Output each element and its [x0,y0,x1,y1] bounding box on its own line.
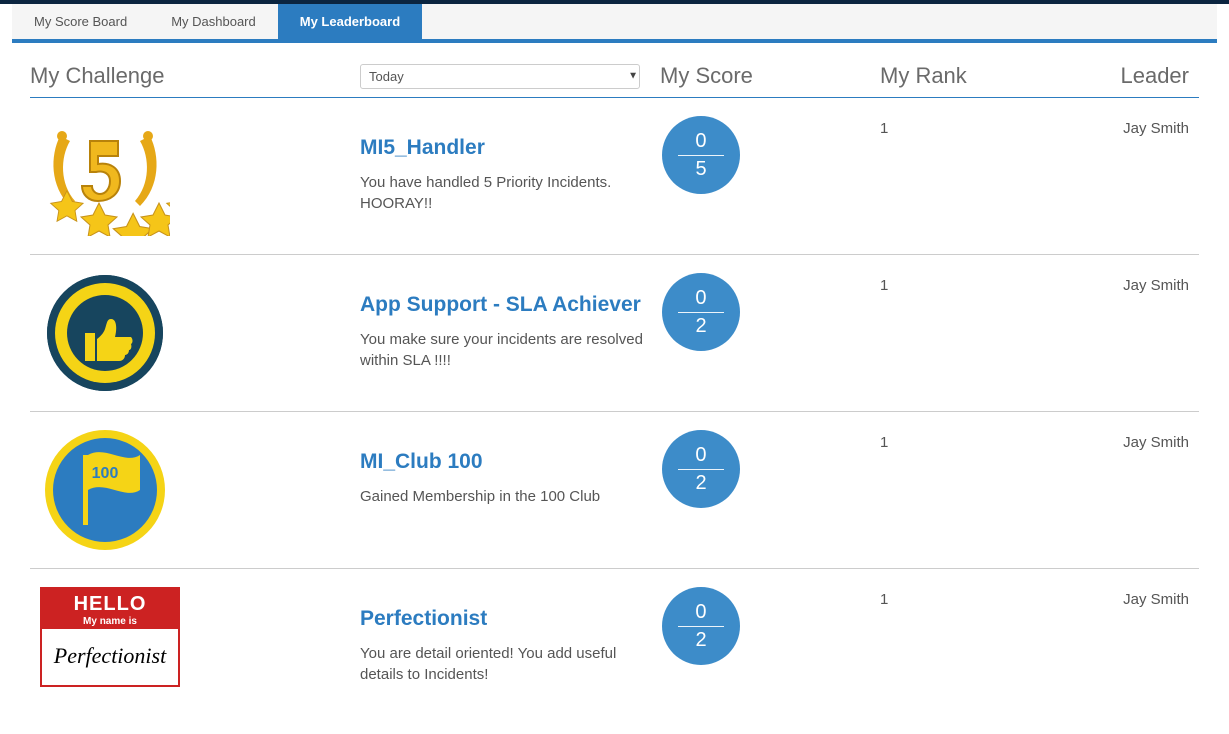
score-circle: 0 2 [662,587,740,665]
header-leader: Leader [1090,63,1199,89]
badge-cell: HELLO My name is Perfectionist [30,587,350,687]
rank-value: 1 [880,430,1080,550]
header-rank: My Rank [880,63,1080,89]
leaderboard-row: 100 MI_Club 100 Gained Membership in the… [30,412,1199,569]
challenge-title: App Support - SLA Achiever [360,293,650,317]
challenge-desc: Gained Membership in the 100 Club [360,486,650,507]
score-cell: 0 2 [660,587,870,687]
score-top: 0 [678,444,725,470]
score-circle: 0 5 [662,116,740,194]
score-bottom: 2 [695,470,706,495]
score-bottom: 2 [695,627,706,652]
svg-text:100: 100 [92,465,119,482]
leaderboard-row: HELLO My name is Perfectionist Perfectio… [30,569,1199,705]
challenge-desc: You are detail oriented! You add useful … [360,643,650,685]
challenge-text: App Support - SLA Achiever You make sure… [360,273,650,393]
score-bottom: 2 [695,313,706,338]
rank-value: 1 [880,116,1080,236]
leader-value: Jay Smith [1090,587,1199,687]
score-circle: 0 2 [662,430,740,508]
name-tag-name: Perfectionist [42,629,178,683]
score-top: 0 [678,601,725,627]
score-cell: 0 2 [660,273,870,393]
column-headers: My Challenge Today ▼ My Score My Rank Le… [30,63,1199,98]
score-circle: 0 2 [662,273,740,351]
tab-score-board[interactable]: My Score Board [12,4,149,39]
badge-cell [30,116,350,236]
leader-value: Jay Smith [1090,116,1199,236]
date-filter-wrap: Today ▼ [360,64,650,89]
tab-bar: My Score Board My Dashboard My Leaderboa… [12,4,1217,43]
score-top: 0 [678,287,725,313]
name-tag-badge-icon: HELLO My name is Perfectionist [40,587,180,687]
challenge-title: MI_Club 100 [360,450,650,474]
score-cell: 0 5 [660,116,870,236]
badge-cell [30,273,350,393]
score-bottom: 5 [695,156,706,181]
challenge-text: Perfectionist You are detail oriented! Y… [360,587,650,687]
leader-value: Jay Smith [1090,273,1199,393]
leaderboard-row: MI5_Handler You have handled 5 Priority … [30,98,1199,255]
content-area: My Challenge Today ▼ My Score My Rank Le… [0,43,1229,705]
tab-leaderboard[interactable]: My Leaderboard [278,4,422,39]
thumbs-up-badge-icon [40,273,170,393]
challenge-desc: You have handled 5 Priority Incidents. H… [360,172,650,214]
header-challenge: My Challenge [30,63,350,89]
flag-100-badge-icon: 100 [40,430,170,550]
name-tag-hello: HELLO [42,593,178,616]
challenge-text: MI_Club 100 Gained Membership in the 100… [360,430,650,550]
challenge-desc: You make sure your incidents are resolve… [360,329,650,371]
score-cell: 0 2 [660,430,870,550]
name-tag-header: HELLO My name is [42,589,178,629]
badge-cell: 100 [30,430,350,550]
tab-dashboard[interactable]: My Dashboard [149,4,278,39]
challenge-title: MI5_Handler [360,136,650,160]
header-score: My Score [660,63,870,89]
trophy-five-icon [40,116,170,236]
challenge-title: Perfectionist [360,607,650,631]
rank-value: 1 [880,273,1080,393]
rank-value: 1 [880,587,1080,687]
date-filter-select[interactable]: Today [360,64,640,89]
score-top: 0 [678,130,725,156]
challenge-text: MI5_Handler You have handled 5 Priority … [360,116,650,236]
leaderboard-row: App Support - SLA Achiever You make sure… [30,255,1199,412]
name-tag-sub: My name is [42,616,178,627]
leader-value: Jay Smith [1090,430,1199,550]
